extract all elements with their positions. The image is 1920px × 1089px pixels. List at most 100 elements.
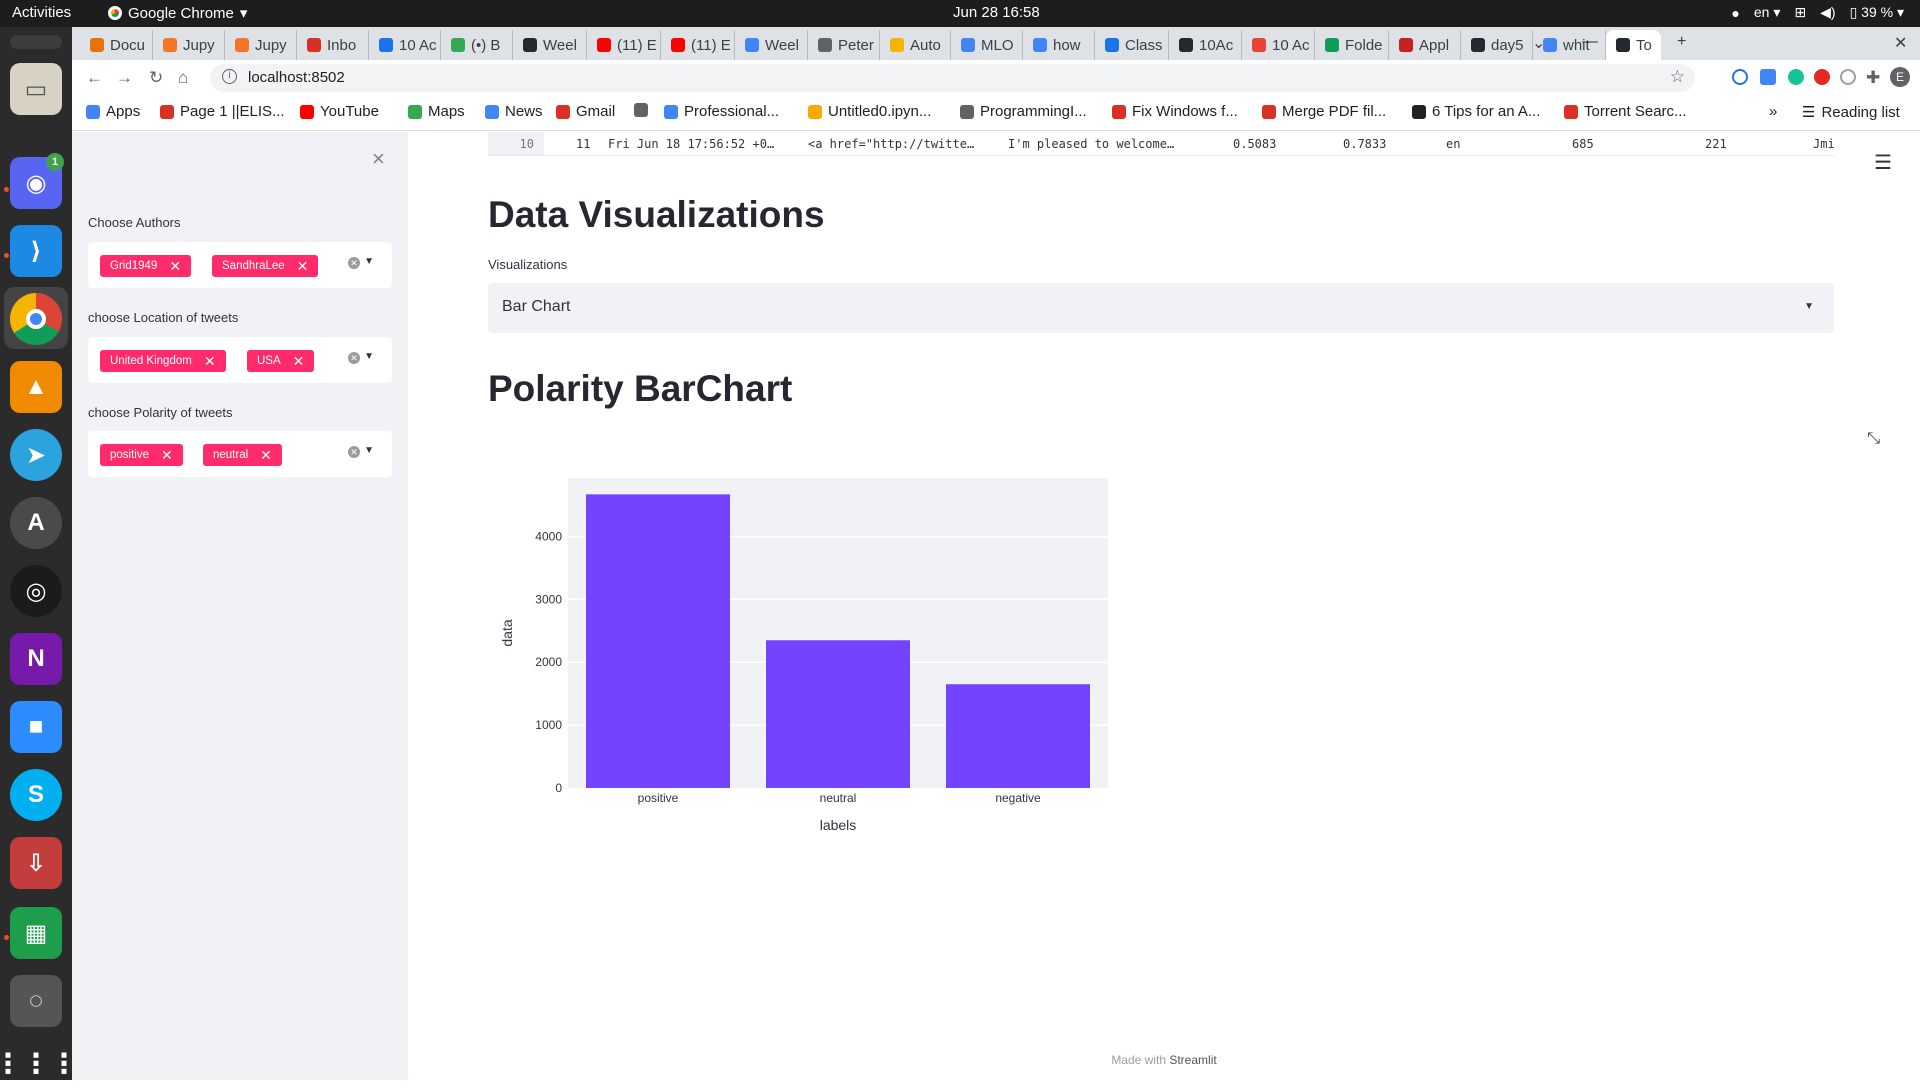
zoom-icon[interactable]: ■ <box>10 701 62 753</box>
browser-tab[interactable]: Jupy <box>225 30 297 60</box>
extension-icon-5[interactable] <box>1840 69 1856 85</box>
profile-avatar[interactable]: E <box>1890 67 1910 87</box>
bookmark-item[interactable]: ProgrammingI... <box>960 103 1087 120</box>
location-multiselect[interactable]: United Kingdom ✕ USA ✕ ✕ ▼ <box>88 337 392 383</box>
volume-icon[interactable]: ◀) <box>1820 4 1835 21</box>
translate-extension-icon[interactable] <box>1760 69 1776 85</box>
extensions-puzzle-icon[interactable]: ✚ <box>1866 68 1880 88</box>
chip-remove-icon[interactable]: ✕ <box>161 447 173 464</box>
chip-remove-icon[interactable]: ✕ <box>169 258 181 275</box>
fullscreen-expand-icon[interactable]: ⤡ <box>1867 430 1880 448</box>
browser-tab[interactable]: how <box>1023 30 1095 60</box>
browser-tab[interactable]: Appl <box>1389 30 1461 60</box>
bookmark-item[interactable]: Fix Windows f... <box>1112 103 1238 120</box>
chip-polarity[interactable]: positive ✕ <box>100 444 183 466</box>
spreadsheet-icon[interactable]: ▦ <box>10 907 62 959</box>
clear-all-icon[interactable]: ✕ <box>348 257 360 269</box>
grammarly-extension-icon[interactable] <box>1788 69 1804 85</box>
browser-tab[interactable]: Docu <box>80 30 153 60</box>
discord-tray-icon[interactable]: ● <box>1731 5 1739 21</box>
bookmark-star-icon[interactable]: ☆ <box>1670 67 1685 87</box>
site-info-icon[interactable]: i <box>222 69 237 84</box>
clock[interactable]: Jun 28 16:58 <box>953 4 1040 21</box>
new-tab-icon[interactable]: + <box>1677 33 1686 51</box>
browser-tab[interactable]: 10 Ac <box>1242 30 1315 60</box>
browser-tab[interactable]: Weel <box>735 30 808 60</box>
chevron-down-icon[interactable]: ▼ <box>364 351 374 362</box>
chip-remove-icon[interactable]: ✕ <box>297 258 309 275</box>
reload-icon[interactable]: ↻ <box>149 68 163 88</box>
download-manager-icon[interactable]: ⇩ <box>10 837 62 889</box>
activities-button[interactable]: Activities <box>12 4 71 21</box>
reading-list-button[interactable]: ☰ Reading list <box>1802 103 1900 122</box>
sidebar-close-button[interactable]: × <box>372 146 385 172</box>
clear-all-icon[interactable]: ✕ <box>348 352 360 364</box>
browser-tab[interactable]: Peter <box>808 30 880 60</box>
app-center-icon[interactable]: A <box>10 497 62 549</box>
dock-top-icon[interactable] <box>10 35 62 49</box>
bookmark-item[interactable]: Merge PDF fil... <box>1262 103 1386 120</box>
browser-tab[interactable]: Folde <box>1315 30 1389 60</box>
chip-location[interactable]: United Kingdom ✕ <box>100 350 226 372</box>
chip-polarity[interactable]: neutral ✕ <box>203 444 282 466</box>
visualizations-select[interactable]: Bar Chart ▼ <box>488 283 1834 333</box>
address-bar[interactable]: i localhost:8502 ☆ <box>210 64 1695 92</box>
chip-remove-icon[interactable]: ✕ <box>204 353 216 370</box>
bookmark-item[interactable]: Maps <box>408 103 465 120</box>
onenote-icon[interactable]: N <box>10 633 62 685</box>
chevron-down-icon[interactable]: ▼ <box>364 256 374 267</box>
clear-all-icon[interactable]: ✕ <box>348 446 360 458</box>
browser-tab[interactable]: To✕ <box>1606 30 1661 60</box>
extension-icon-1[interactable] <box>1732 69 1748 85</box>
bookmark-item[interactable]: News <box>485 103 543 120</box>
browser-tab[interactable]: Auto <box>880 30 951 60</box>
streamlit-link[interactable]: Streamlit <box>1169 1053 1216 1067</box>
bookmark-item[interactable]: Apps <box>86 103 140 120</box>
files-icon[interactable]: ▭ <box>10 63 62 115</box>
chip-author[interactable]: SandhraLee ✕ <box>212 255 319 277</box>
show-apps-icon[interactable]: ⋮⋮⋮ <box>0 1037 78 1089</box>
bookmark-item[interactable]: Gmail <box>556 103 615 120</box>
browser-tab[interactable]: (11) E <box>661 30 735 60</box>
browser-tab[interactable]: (11) E <box>587 30 661 60</box>
discord-icon[interactable]: ◉ 1 <box>10 153 64 209</box>
browser-tab[interactable]: Inbo <box>297 30 369 60</box>
forward-icon[interactable]: → <box>116 68 133 88</box>
bookmark-item[interactable]: 6 Tips for an A... <box>1412 103 1540 120</box>
chip-remove-icon[interactable]: ✕ <box>293 353 305 370</box>
battery-indicator[interactable]: ▯ 39 % ▾ <box>1850 4 1904 21</box>
authors-multiselect[interactable]: Grid1949 ✕ SandhraLee ✕ ✕ ▼ <box>88 242 392 288</box>
skype-icon[interactable]: S <box>10 769 62 821</box>
browser-tab[interactable]: day5 <box>1461 30 1533 60</box>
browser-tab[interactable]: 10 Ac <box>369 30 441 60</box>
bookmark-item[interactable]: Page 1 ||ELIS... <box>160 103 285 120</box>
disk-utility-icon[interactable]: ◌ <box>10 975 62 1027</box>
browser-tab[interactable]: (•) B <box>441 30 513 60</box>
chip-location[interactable]: USA ✕ <box>247 350 315 372</box>
browser-tab[interactable]: whit <box>1533 30 1606 60</box>
chrome-dock-icon[interactable] <box>10 293 62 345</box>
vlc-icon[interactable]: ▲ <box>10 361 62 413</box>
browser-tab[interactable]: Weel <box>513 30 587 60</box>
bookmark-item[interactable]: Torrent Searc... <box>1564 103 1687 120</box>
app-menu[interactable]: Google Chrome ▾ <box>108 4 247 22</box>
adblock-extension-icon[interactable] <box>1814 69 1830 85</box>
bookmark-item[interactable]: Untitled0.ipyn... <box>808 103 931 120</box>
browser-tab[interactable]: MLO <box>951 30 1023 60</box>
telegram-icon[interactable]: ➤ <box>10 429 62 481</box>
bookmark-item[interactable]: YouTube <box>300 103 379 120</box>
camera-app-icon[interactable]: ◎ <box>10 565 62 617</box>
close-window-icon[interactable]: ✕ <box>1894 33 1907 53</box>
chip-remove-icon[interactable]: ✕ <box>260 447 272 464</box>
browser-tab[interactable]: Class <box>1095 30 1169 60</box>
browser-tab[interactable]: Jupy <box>153 30 225 60</box>
bookmark-item[interactable] <box>634 103 654 117</box>
chevron-down-icon[interactable]: ▼ <box>364 445 374 456</box>
bookmarks-more-button[interactable]: » <box>1769 103 1777 120</box>
vscode-icon[interactable]: ⟩ <box>10 225 62 277</box>
browser-tab[interactable]: 10Ac <box>1169 30 1242 60</box>
network-icon[interactable]: ⊞ <box>1794 4 1806 21</box>
url-text[interactable]: localhost:8502 <box>248 69 345 86</box>
language-indicator[interactable]: en ▾ <box>1754 4 1781 21</box>
main-menu-icon[interactable]: ☰ <box>1874 150 1892 175</box>
